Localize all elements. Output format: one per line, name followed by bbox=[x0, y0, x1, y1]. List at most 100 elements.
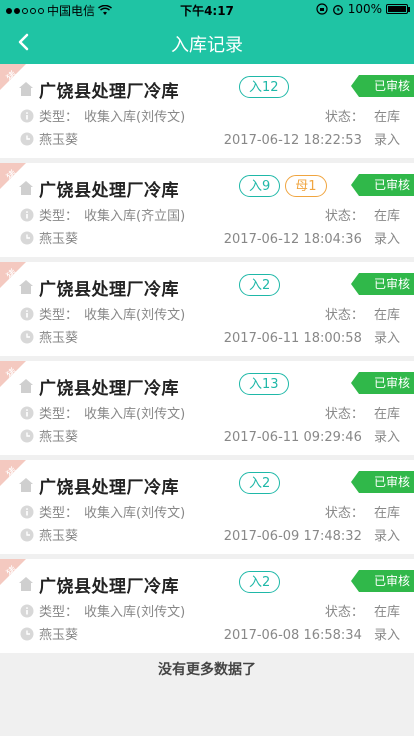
clock-icon bbox=[20, 627, 34, 640]
type-value: 收集入库(刘传文) bbox=[84, 110, 186, 125]
record-datetime: 2017-06-11 18:00:58 bbox=[223, 331, 362, 346]
audit-label: 已审核 bbox=[373, 277, 410, 291]
record-card-1[interactable]: 猪 广饶县处理厂冷库 入12 已审核 类型： 收集入库(刘传文) 状态： 在库 bbox=[0, 64, 414, 163]
inbound-count-tag: 入9 bbox=[239, 175, 281, 197]
storage-name: 广饶县处理厂冷库 bbox=[39, 81, 179, 102]
type-row: 类型： 收集入库(刘传文) bbox=[20, 502, 185, 521]
type-value: 收集入库(刘传文) bbox=[84, 605, 186, 620]
inbound-count-tag: 入12 bbox=[239, 76, 289, 98]
record-datetime: 2017-06-11 09:29:46 bbox=[223, 430, 362, 445]
audit-badge: 已审核 bbox=[351, 471, 414, 493]
record-card-3[interactable]: 猪 广饶县处理厂冷库 入2 已审核 类型： 收集入库(刘传文) 状态： 在库 燕… bbox=[0, 262, 414, 361]
status-text: 状态： 在库 bbox=[325, 403, 400, 422]
status-right: 100% bbox=[316, 2, 410, 16]
record-title-row: 广饶县处理厂冷库 bbox=[18, 571, 179, 597]
operator-name: 燕玉葵 bbox=[39, 331, 79, 346]
record-card-6[interactable]: 猪 广饶县处理厂冷库 入2 已审核 类型： 收集入库(刘传文) 状态： 在库 燕… bbox=[0, 559, 414, 658]
record-action: 录入 bbox=[373, 133, 400, 148]
audit-badge: 已审核 bbox=[351, 273, 414, 295]
record-datetime: 2017-06-12 18:22:53 bbox=[223, 133, 362, 148]
no-more-data-label: 没有更多数据了 bbox=[158, 662, 256, 678]
clock-icon bbox=[20, 231, 34, 244]
status-label: 状态： bbox=[324, 605, 364, 620]
audit-label: 已审核 bbox=[373, 178, 410, 192]
type-label: 类型： bbox=[39, 506, 79, 521]
audit-badge: 已审核 bbox=[351, 75, 414, 97]
status-text: 状态： 在库 bbox=[325, 205, 400, 224]
type-label: 类型： bbox=[39, 407, 79, 422]
operator-name: 燕玉葵 bbox=[39, 529, 79, 544]
house-icon bbox=[19, 379, 33, 393]
audit-badge: 已审核 bbox=[351, 372, 414, 394]
house-icon bbox=[19, 478, 33, 492]
record-action: 录入 bbox=[373, 331, 400, 346]
record-card-2[interactable]: 猪 广饶县处理厂冷库 入9 母1 已审核 类型： 收集入库(齐立国) 状态： 在库 bbox=[0, 163, 414, 262]
tag-group: 入13 bbox=[239, 373, 289, 395]
record-time: 2017-06-11 09:29:46 录入 bbox=[224, 426, 400, 445]
record-title-row: 广饶县处理厂冷库 bbox=[18, 472, 179, 498]
audit-label: 已审核 bbox=[373, 376, 410, 390]
person-row: 燕玉葵 bbox=[20, 426, 78, 445]
status-label: 状态： bbox=[324, 110, 364, 125]
operator-name: 燕玉葵 bbox=[39, 628, 79, 643]
person-row: 燕玉葵 bbox=[20, 327, 78, 346]
audit-badge: 已审核 bbox=[351, 570, 414, 592]
tag-group: 入9 母1 bbox=[239, 175, 327, 197]
type-label: 类型： bbox=[39, 308, 79, 323]
record-action: 录入 bbox=[373, 232, 400, 247]
info-icon bbox=[20, 307, 34, 320]
status-label: 状态： bbox=[324, 407, 364, 422]
battery-icon bbox=[386, 4, 410, 14]
record-action: 录入 bbox=[373, 529, 400, 544]
info-icon bbox=[20, 208, 34, 221]
inbound-count-tag: 入2 bbox=[239, 274, 281, 296]
sow-count-tag: 母1 bbox=[285, 175, 327, 197]
clock-icon bbox=[20, 132, 34, 145]
status-text: 状态： 在库 bbox=[325, 601, 400, 620]
nav-bar: 入库记录 bbox=[0, 20, 414, 64]
battery-percent: 100% bbox=[347, 2, 382, 16]
audit-badge-arrow bbox=[351, 570, 359, 592]
audit-label: 已审核 bbox=[373, 475, 410, 489]
house-icon bbox=[19, 181, 33, 195]
audit-badge-arrow bbox=[351, 273, 359, 295]
record-title-row: 广饶县处理厂冷库 bbox=[18, 373, 179, 399]
person-row: 燕玉葵 bbox=[20, 525, 78, 544]
record-title-row: 广饶县处理厂冷库 bbox=[18, 175, 179, 201]
audit-badge-arrow bbox=[351, 75, 359, 97]
tag-group: 入2 bbox=[239, 472, 281, 494]
status-value: 在库 bbox=[373, 407, 400, 422]
type-row: 类型： 收集入库(刘传文) bbox=[20, 601, 185, 620]
person-row: 燕玉葵 bbox=[20, 624, 78, 643]
info-icon bbox=[20, 505, 34, 518]
status-text: 状态： 在库 bbox=[325, 502, 400, 521]
battery-fill bbox=[388, 6, 406, 12]
record-card-4[interactable]: 猪 广饶县处理厂冷库 入13 已审核 类型： 收集入库(刘传文) 状态： 在库 bbox=[0, 361, 414, 460]
record-card-5[interactable]: 猪 广饶县处理厂冷库 入2 已审核 类型： 收集入库(刘传文) 状态： 在库 燕… bbox=[0, 460, 414, 559]
type-value: 收集入库(刘传文) bbox=[84, 407, 186, 422]
operator-name: 燕玉葵 bbox=[39, 232, 79, 247]
storage-name: 广饶县处理厂冷库 bbox=[39, 576, 179, 597]
tag-group: 入2 bbox=[239, 571, 281, 593]
type-value: 收集入库(刘传文) bbox=[84, 308, 186, 323]
house-icon bbox=[19, 577, 33, 591]
info-icon bbox=[20, 109, 34, 122]
status-label: 状态： bbox=[324, 506, 364, 521]
operator-name: 燕玉葵 bbox=[39, 430, 79, 445]
person-row: 燕玉葵 bbox=[20, 129, 78, 148]
tag-group: 入12 bbox=[239, 76, 289, 98]
status-value: 在库 bbox=[373, 605, 400, 620]
record-datetime: 2017-06-08 16:58:34 bbox=[223, 628, 362, 643]
type-label: 类型： bbox=[39, 209, 79, 224]
type-row: 类型： 收集入库(齐立国) bbox=[20, 205, 185, 224]
record-time: 2017-06-08 16:58:34 录入 bbox=[224, 624, 400, 643]
inbound-count-tag: 入2 bbox=[239, 571, 281, 593]
record-datetime: 2017-06-09 17:48:32 bbox=[223, 529, 362, 544]
type-label: 类型： bbox=[39, 605, 79, 620]
record-time: 2017-06-12 18:04:36 录入 bbox=[224, 228, 400, 247]
status-label: 状态： bbox=[324, 209, 364, 224]
clock-icon bbox=[20, 429, 34, 442]
house-icon bbox=[19, 280, 33, 294]
audit-label: 已审核 bbox=[373, 79, 410, 93]
type-label: 类型： bbox=[39, 110, 79, 125]
